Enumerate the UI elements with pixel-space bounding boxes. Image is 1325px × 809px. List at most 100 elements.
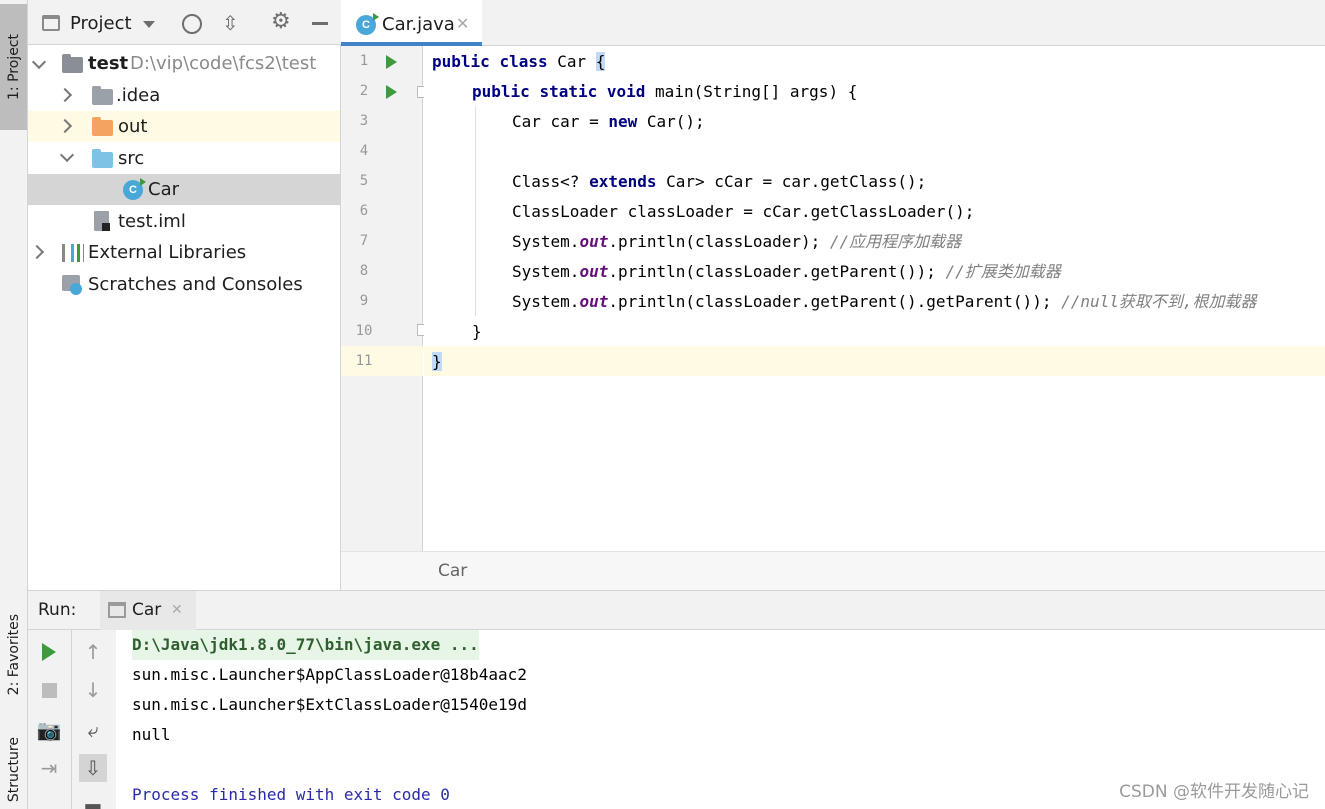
line-number: 3 [359, 113, 369, 129]
run-tab-car[interactable]: Car ✕ [100, 591, 196, 631]
tree-item-path: D:\vip\code\fcs2\test [130, 53, 317, 74]
code-line: } [432, 352, 442, 371]
tree-item-label: Car [148, 179, 179, 200]
run-gutter-icon[interactable] [386, 85, 397, 99]
excluded-folder-icon [92, 117, 113, 136]
soft-wrap-button[interactable]: ⤶ [79, 716, 107, 744]
soft-wrap-icon: ⤶ [87, 718, 99, 742]
line-number: 11 [355, 353, 373, 369]
code-line: public static void main(String[] args) { [472, 82, 858, 101]
hide-panel-icon[interactable] [312, 22, 328, 25]
code-line: System.out.println(classLoader); //应用程序加… [512, 232, 962, 251]
line-number: 1 [359, 53, 369, 69]
tab-car-java[interactable]: C Car.java ✕ [341, 0, 482, 46]
chevron-down-icon[interactable] [31, 54, 47, 70]
indent-guide [475, 106, 476, 316]
code-line: public class Car { [432, 52, 606, 71]
dump-threads-button[interactable]: 📷 [35, 716, 63, 744]
tree-item-car[interactable]: C Car [28, 174, 340, 205]
line-number: 8 [359, 263, 369, 279]
code-line: Car car = new Car(); [512, 112, 705, 131]
project-tool-tab[interactable]: 1: Project [0, 4, 27, 130]
run-panel-header: Run: Car ✕ [28, 590, 1325, 631]
tree-item-external-libraries[interactable]: External Libraries [28, 237, 340, 268]
tree-item-test-iml[interactable]: test.iml [28, 206, 340, 237]
editor-tab-bar: C Car.java ✕ [341, 0, 1325, 46]
run-label: Run: [38, 600, 77, 620]
code-editor[interactable]: public class Car { public static void ma… [424, 46, 1325, 551]
print-icon: ▬ [83, 794, 103, 809]
run-gutter-icon[interactable] [386, 55, 397, 69]
tab-label: Car.java [382, 14, 455, 35]
project-panel-title[interactable]: Project [70, 13, 132, 34]
tree-item-test[interactable]: test D:\vip\code\fcs2\test [28, 48, 340, 79]
java-class-icon: C [356, 13, 379, 35]
project-panel: Project ⇳ ⚙ test D:\vip\code\fcs2\test .… [28, 0, 341, 590]
project-tool-tab-label: 1: Project [5, 34, 22, 100]
scroll-to-end-button[interactable]: ⇩ [79, 754, 107, 782]
breadcrumb[interactable]: Car [341, 551, 1325, 590]
collapse-all-icon[interactable]: ⇳ [222, 13, 239, 33]
rerun-button[interactable] [35, 638, 63, 666]
chevron-down-icon[interactable] [143, 21, 155, 28]
structure-tool-tab-label: Structure [5, 736, 22, 803]
breadcrumb-item[interactable]: Car [438, 561, 467, 581]
source-folder-icon [92, 149, 113, 168]
stop-icon [41, 682, 57, 698]
chevron-right-icon[interactable] [57, 87, 73, 103]
console-line: sun.misc.Launcher$ExtClassLoader@1540e19… [132, 695, 527, 714]
tree-item-label: External Libraries [88, 242, 247, 263]
restore-layout-button[interactable]: ⇥ [35, 754, 63, 782]
restore-icon: ⇥ [40, 756, 58, 780]
arrow-up-icon: ↑ [84, 640, 102, 664]
tree-item-idea[interactable]: .idea [28, 80, 340, 111]
console-icon [108, 602, 126, 618]
console-line: sun.misc.Launcher$AppClassLoader@18b4aac… [132, 665, 527, 684]
scroll-up-button[interactable]: ↑ [79, 638, 107, 666]
line-number: 7 [359, 233, 369, 249]
gear-icon[interactable]: ⚙ [271, 11, 291, 33]
tree-item-label: src [118, 148, 145, 169]
caret-line-highlight [424, 346, 1325, 376]
project-panel-header: Project ⇳ ⚙ [28, 0, 341, 45]
console-output[interactable]: D:\Java\jdk1.8.0_77\bin\java.exe ... sun… [116, 630, 1325, 809]
tree-item-label: out [118, 116, 148, 137]
close-icon[interactable]: ✕ [456, 14, 469, 33]
code-line: Class<? extends Car> cCar = car.getClass… [512, 172, 927, 191]
locate-icon[interactable] [182, 14, 202, 34]
scroll-down-button[interactable]: ↓ [79, 676, 107, 704]
tree-item-label: test [88, 53, 129, 74]
tree-item-out[interactable]: out [28, 111, 340, 142]
editor-gutter: 1 2 3 4 5 6 7 8 9 10 11 [341, 46, 428, 551]
tree-item-scratches[interactable]: Scratches and Consoles [28, 269, 340, 300]
favorites-tool-tab[interactable]: 2: Favorites [0, 595, 27, 715]
code-line: } [472, 322, 482, 341]
print-button[interactable]: ▬ [79, 792, 107, 809]
camera-icon: 📷 [36, 718, 62, 742]
code-line: System.out.println(classLoader.getParent… [512, 262, 1061, 281]
watermark: CSDN @软件开发随心记 [1119, 782, 1309, 802]
code-line: ClassLoader classLoader = cCar.getClassL… [512, 202, 975, 221]
line-number: 2 [359, 83, 369, 99]
play-icon [42, 643, 56, 661]
close-icon[interactable]: ✕ [171, 602, 183, 618]
line-number: 4 [359, 143, 369, 159]
run-tab-label: Car [132, 600, 162, 620]
chevron-right-icon[interactable] [29, 244, 45, 260]
chevron-down-icon[interactable] [59, 147, 75, 163]
console-line-exit: Process finished with exit code 0 [132, 785, 450, 804]
run-toolbar: 📷 ⇥ ↑ ↓ ⤶ ⇩ ▬ [28, 630, 116, 809]
line-number: 9 [359, 293, 369, 309]
tree-item-label: test.iml [118, 211, 186, 232]
code-line: System.out.println(classLoader.getParent… [512, 292, 1257, 311]
scratches-icon [62, 275, 82, 295]
project-view-icon [42, 15, 60, 31]
line-number: 6 [359, 203, 369, 219]
line-number: 10 [355, 323, 373, 339]
folder-icon [92, 86, 113, 105]
tree-item-src[interactable]: src [28, 143, 340, 174]
chevron-right-icon[interactable] [57, 118, 73, 134]
run-toolbar-divider [71, 630, 72, 809]
structure-tool-tab[interactable]: Structure [0, 730, 27, 809]
stop-button[interactable] [35, 676, 63, 704]
